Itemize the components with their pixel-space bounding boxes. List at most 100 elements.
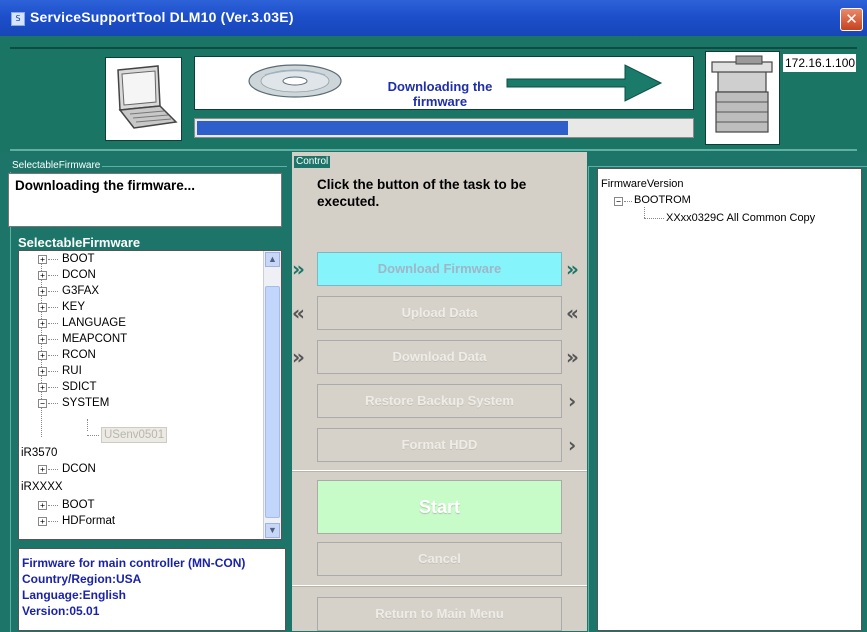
- tree-label: DCON: [62, 463, 96, 475]
- download-status-text: Downloading the firmware: [387, 79, 493, 109]
- format-hdd-button[interactable]: Format HDD: [317, 428, 562, 462]
- separator: [292, 470, 587, 472]
- tree-connector: [48, 275, 58, 276]
- return-main-menu-button[interactable]: Return to Main Menu: [317, 597, 562, 631]
- expand-icon[interactable]: +: [38, 465, 47, 474]
- double-right-arrow-icon: »: [566, 257, 579, 281]
- tree-connector: [48, 521, 58, 522]
- tree-label: KEY: [62, 301, 86, 313]
- tree-item-irxxxx[interactable]: iRXXXX: [21, 479, 63, 495]
- scroll-up-icon[interactable]: ▲: [265, 252, 280, 267]
- tree-connector: [48, 387, 58, 388]
- tree-connector: [48, 307, 58, 308]
- tree-connector: [48, 259, 58, 260]
- expand-icon[interactable]: +: [38, 255, 47, 264]
- tree-label: MEAPCONT: [62, 333, 128, 345]
- tree-label: RUI: [62, 365, 82, 377]
- expand-icon[interactable]: +: [38, 271, 47, 280]
- expand-icon[interactable]: +: [38, 383, 47, 392]
- expand-icon[interactable]: +: [38, 517, 47, 526]
- firmware-info-panel: Firmware for main controller (MN-CON) Co…: [18, 548, 286, 631]
- tree-connector: [48, 371, 58, 372]
- tree-connector: [48, 291, 58, 292]
- firmware-version-tree[interactable]: FirmwareVersion − BOOTROM XXxx0329C All …: [597, 168, 862, 631]
- left-group-label: SelectableFirmware: [10, 160, 103, 172]
- tree-connector: [48, 323, 58, 324]
- window-title: ServiceSupportTool DLM10 (Ver.3.03E): [30, 9, 294, 25]
- tree-label: iR3570: [21, 447, 58, 459]
- app-icon: S: [11, 12, 25, 26]
- close-button[interactable]: ✕: [840, 8, 863, 31]
- download-status-box: Downloading the firmware...: [8, 173, 282, 227]
- tree-guide-line: [87, 419, 88, 431]
- single-right-arrow-icon: ›: [568, 389, 577, 413]
- restore-backup-button[interactable]: Restore Backup System: [317, 384, 562, 418]
- download-data-button[interactable]: Download Data: [317, 340, 562, 374]
- expand-icon[interactable]: +: [38, 319, 47, 328]
- disc-icon: [248, 64, 342, 98]
- double-left-arrow-icon: «: [566, 301, 579, 325]
- info-line: Version:05.01: [22, 604, 100, 618]
- tree-guide-line: [41, 259, 42, 437]
- double-left-arrow-icon: «: [292, 301, 305, 325]
- expand-icon[interactable]: +: [38, 303, 47, 312]
- tree-label: RCON: [62, 349, 96, 361]
- firmware-version-title: FirmwareVersion: [601, 178, 684, 190]
- info-line: Language:English: [22, 588, 127, 602]
- tree-connector: [87, 435, 99, 436]
- info-line: Country/Region:USA: [22, 572, 142, 586]
- control-group-label: Control: [294, 156, 331, 168]
- control-instruction: Click the button of the task to be execu…: [317, 177, 527, 209]
- tree-scrollbar[interactable]: ▲ ▼: [263, 251, 281, 539]
- expand-icon[interactable]: +: [38, 335, 47, 344]
- expand-icon[interactable]: +: [38, 287, 47, 296]
- computer-icon: [105, 57, 182, 141]
- title-bar: S ServiceSupportTool DLM10 (Ver.3.03E) ✕: [0, 0, 867, 36]
- info-line: Firmware for main controller (MN-CON): [22, 556, 246, 570]
- progress-fill: [197, 121, 568, 135]
- download-firmware-button[interactable]: Download Firmware: [317, 252, 562, 286]
- double-right-arrow-icon: »: [292, 345, 305, 369]
- tree-item-ir3570[interactable]: iR3570: [21, 445, 57, 461]
- tree-connector: [624, 201, 632, 202]
- tree-label: SYSTEM: [62, 397, 110, 409]
- double-right-arrow-icon: »: [566, 345, 579, 369]
- expand-icon[interactable]: +: [38, 501, 47, 510]
- tree-label-version: XXxx0329C All Common Copy: [666, 212, 816, 224]
- download-progress-bar: [194, 118, 694, 138]
- tree-label: iRXXXX: [21, 481, 63, 493]
- tree-label: DCON: [62, 269, 96, 281]
- tree-label: BOOT: [62, 499, 95, 511]
- tree-label-bootrom: BOOTROM: [634, 194, 691, 206]
- tree-guide-line: [644, 207, 645, 218]
- copier-icon: [705, 51, 780, 145]
- tree-label: G3FAX: [62, 285, 100, 297]
- start-button[interactable]: Start: [317, 480, 562, 534]
- tree-label: LANGUAGE: [62, 317, 126, 329]
- single-right-arrow-icon: ›: [568, 433, 577, 457]
- collapse-icon[interactable]: −: [614, 197, 623, 206]
- tree-connector: [48, 469, 58, 470]
- tree-connector: [48, 339, 58, 340]
- double-right-arrow-icon: »: [292, 257, 305, 281]
- expand-icon[interactable]: +: [38, 351, 47, 360]
- collapse-icon[interactable]: −: [38, 399, 47, 408]
- firmware-tree[interactable]: + BOOT + DCON + G3FAX + KEY + LANGUAGE +…: [18, 250, 282, 540]
- right-arrow-icon: [506, 64, 663, 102]
- download-status-panel: Downloading the firmware: [194, 56, 694, 110]
- scroll-down-icon[interactable]: ▼: [265, 523, 280, 538]
- cancel-button[interactable]: Cancel: [317, 542, 562, 576]
- expand-icon[interactable]: +: [38, 367, 47, 376]
- tree-connector: [48, 355, 58, 356]
- tree-label: HDFormat: [62, 515, 116, 527]
- tree-label: USenv0501: [101, 427, 168, 443]
- firmware-tree-heading: SelectableFirmware: [18, 235, 141, 250]
- tree-connector: [48, 403, 58, 404]
- upload-data-button[interactable]: Upload Data: [317, 296, 562, 330]
- tree-label: SDICT: [62, 381, 97, 393]
- ip-address: 172.16.1.100: [783, 54, 856, 72]
- tree-label: BOOT: [62, 253, 95, 265]
- scrollbar-thumb[interactable]: [265, 286, 280, 518]
- separator: [292, 585, 587, 587]
- tree-connector: [48, 505, 58, 506]
